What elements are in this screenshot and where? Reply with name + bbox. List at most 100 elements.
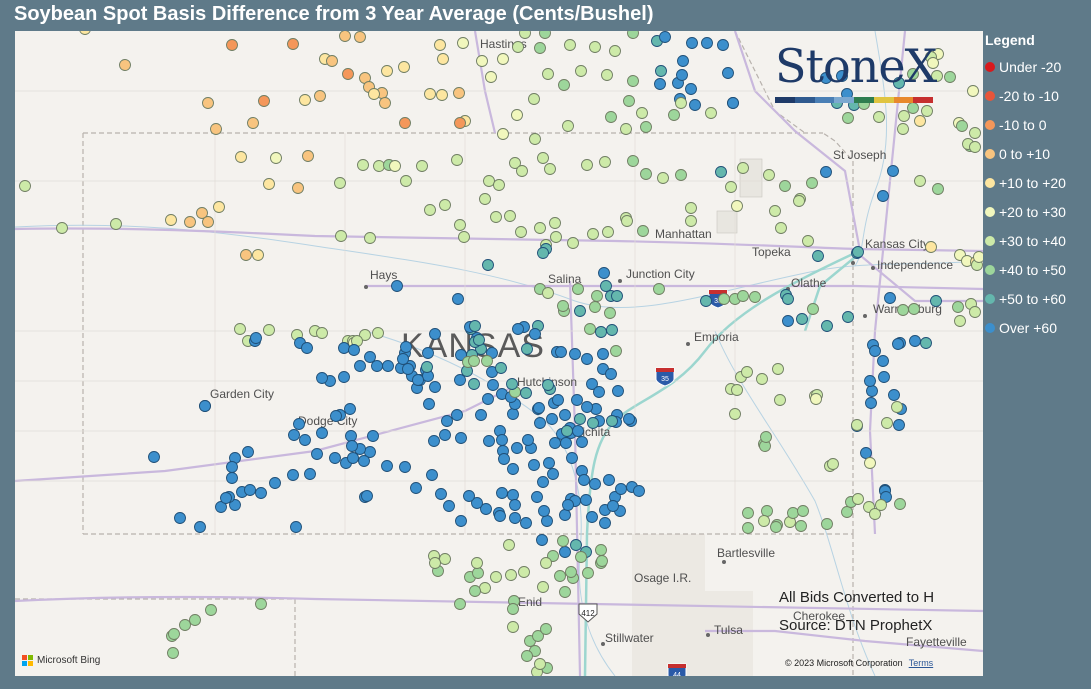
basis-point[interactable] [888,389,900,401]
basis-point[interactable] [893,419,905,431]
basis-point[interactable] [316,327,328,339]
basis-point[interactable] [498,453,510,465]
basis-point[interactable] [371,360,383,372]
basis-point[interactable] [705,107,717,119]
basis-point[interactable] [506,378,518,390]
basis-point[interactable] [722,67,734,79]
basis-point[interactable] [226,461,238,473]
basis-point[interactable] [503,539,515,551]
basis-point[interactable] [533,402,545,414]
basis-point[interactable] [717,39,729,51]
basis-point[interactable] [560,437,572,449]
basis-point[interactable] [263,324,275,336]
basis-point[interactable] [199,400,211,412]
basis-point[interactable] [255,598,267,610]
basis-point[interactable] [954,315,966,327]
basis-point[interactable] [496,434,508,446]
basis-point[interactable] [455,432,467,444]
basis-point[interactable] [472,567,484,579]
basis-point[interactable] [361,490,373,502]
basis-point[interactable] [742,507,754,519]
legend-item[interactable]: 0 to +10 [985,139,1091,168]
basis-point[interactable] [475,409,487,421]
basis-point[interactable] [457,37,469,49]
basis-point[interactable] [234,323,246,335]
basis-point[interactable] [567,237,579,249]
basis-point[interactable] [529,328,541,340]
basis-point[interactable] [842,112,854,124]
basis-point[interactable] [575,551,587,563]
basis-point[interactable] [367,430,379,442]
basis-point[interactable] [620,123,632,135]
basis-point[interactable] [787,507,799,519]
legend-item[interactable]: -10 to 0 [985,110,1091,139]
basis-point[interactable] [534,417,546,429]
basis-point[interactable] [873,111,885,123]
map-canvas[interactable]: 35 35 412 44 KANSAS HastingsSt JosephMan… [15,31,983,676]
basis-point[interactable] [574,413,586,425]
basis-point[interactable] [973,251,984,263]
basis-point[interactable] [742,522,754,534]
basis-point[interactable] [827,458,839,470]
basis-point[interactable] [591,290,603,302]
basis-point[interactable] [339,31,351,42]
basis-point[interactable] [453,87,465,99]
basis-point[interactable] [537,476,549,488]
basis-point[interactable] [549,217,561,229]
basis-point[interactable] [344,403,356,415]
basis-point[interactable] [627,75,639,87]
basis-point[interactable] [606,324,618,336]
basis-point[interactable] [476,55,488,67]
basis-point[interactable] [479,582,491,594]
basis-point[interactable] [772,363,784,375]
basis-point[interactable] [329,452,341,464]
basis-point[interactable] [878,371,890,383]
basis-point[interactable] [250,332,262,344]
basis-point[interactable] [314,90,326,102]
basis-point[interactable] [537,247,549,259]
basis-point[interactable] [202,97,214,109]
basis-point[interactable] [410,482,422,494]
basis-point[interactable] [512,41,524,53]
legend-item[interactable]: +50 to +60 [985,284,1091,313]
basis-point[interactable] [603,474,615,486]
basis-point[interactable] [316,372,328,384]
terms-link[interactable]: Terms [909,658,934,668]
basis-point[interactable] [865,397,877,409]
basis-point[interactable] [302,150,314,162]
basis-point[interactable] [756,373,768,385]
basis-point[interactable] [455,515,467,527]
legend-item[interactable]: -20 to -10 [985,81,1091,110]
basis-point[interactable] [429,328,441,340]
basis-point[interactable] [202,216,214,228]
basis-point[interactable] [932,183,944,195]
basis-point[interactable] [887,165,899,177]
basis-point[interactable] [270,152,282,164]
basis-point[interactable] [668,109,680,121]
basis-point[interactable] [348,344,360,356]
basis-point[interactable] [509,512,521,524]
basis-point[interactable] [354,31,366,43]
basis-point[interactable] [252,249,264,261]
basis-point[interactable] [397,353,409,365]
basis-point[interactable] [511,442,523,454]
basis-point[interactable] [19,180,31,192]
basis-point[interactable] [534,658,546,670]
basis-point[interactable] [589,301,601,313]
basis-point[interactable] [244,484,256,496]
basis-point[interactable] [316,427,328,439]
basis-point[interactable] [326,55,338,67]
basis-point[interactable] [610,345,622,357]
basis-point[interactable] [581,401,593,413]
basis-point[interactable] [304,468,316,480]
basis-point[interactable] [909,335,921,347]
basis-point[interactable] [546,413,558,425]
basis-point[interactable] [602,226,614,238]
basis-point[interactable] [597,348,609,360]
basis-point[interactable] [439,553,451,565]
basis-point[interactable] [595,326,607,338]
basis-point[interactable] [609,45,621,57]
basis-point[interactable] [779,180,791,192]
basis-point[interactable] [454,117,466,129]
basis-point[interactable] [559,509,571,521]
